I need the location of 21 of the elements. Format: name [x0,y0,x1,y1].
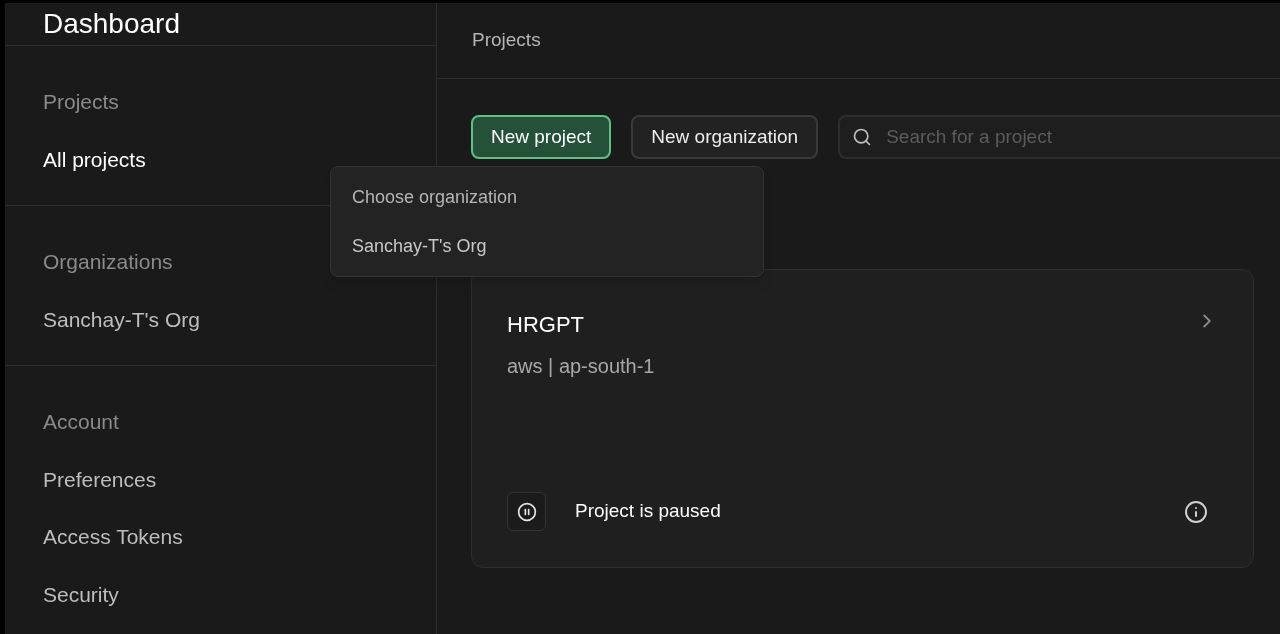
project-region: aws | ap-south-1 [507,354,655,379]
project-status: Project is paused [575,499,722,524]
breadcrumb: Projects [472,28,541,53]
search-icon [852,127,873,147]
sidebar-item[interactable]: Access Tokens [43,521,183,553]
project-name: HRGPT [507,311,585,339]
sidebar-item[interactable]: Security [43,578,119,610]
sidebar-title: Dashboard [43,7,180,41]
search-field[interactable]: Search for a project [838,115,1280,159]
new-project-button[interactable]: New project [471,115,612,159]
sidebar-item[interactable]: All projects [43,143,146,175]
sidebar-item[interactable]: Preferences [43,463,157,495]
section-heading: Account [43,409,120,435]
info-icon[interactable] [1184,499,1208,524]
project-card[interactable]: HRGPT aws | ap-south-1 Project is paused [471,269,1254,568]
sidebar-item[interactable]: Sanchay-T's Org [43,303,200,335]
pause-icon [516,501,537,522]
new-organization-button[interactable]: New organization [631,115,819,159]
section-heading: Projects [43,89,120,115]
menu-item[interactable]: Sanchay-T's Org [352,233,742,260]
menu-label: Choose organization [352,186,519,209]
